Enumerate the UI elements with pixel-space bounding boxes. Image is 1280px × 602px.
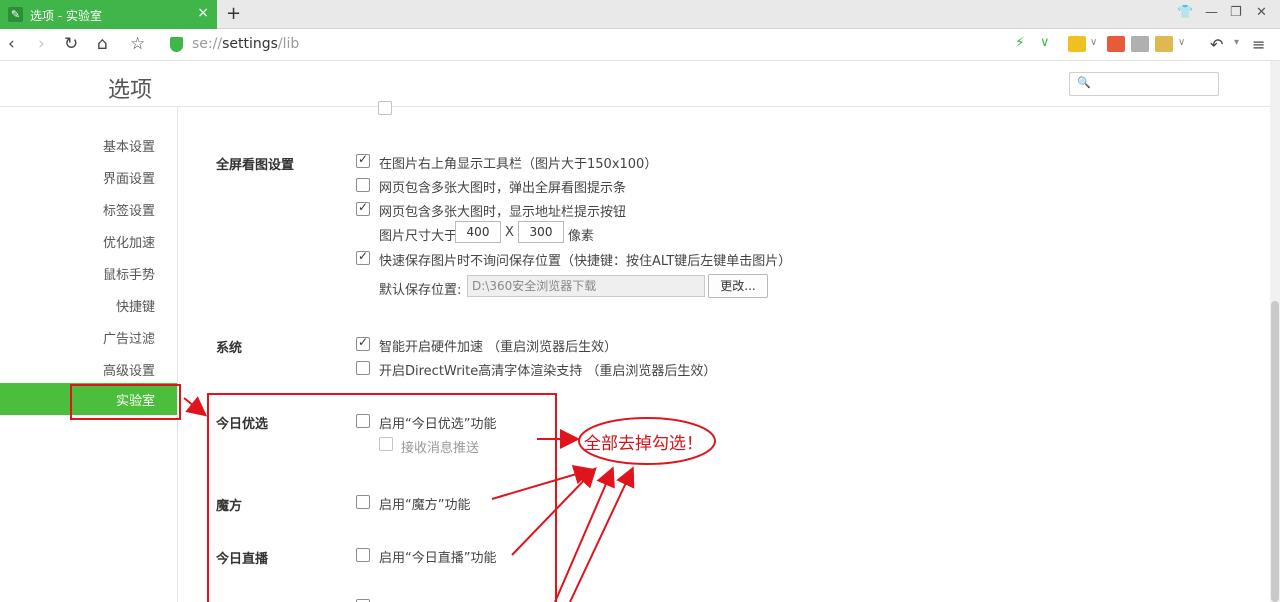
annotation-instruction-text: 全部去掉勾选！ [584, 434, 703, 454]
annotation-arrows [183, 396, 716, 602]
